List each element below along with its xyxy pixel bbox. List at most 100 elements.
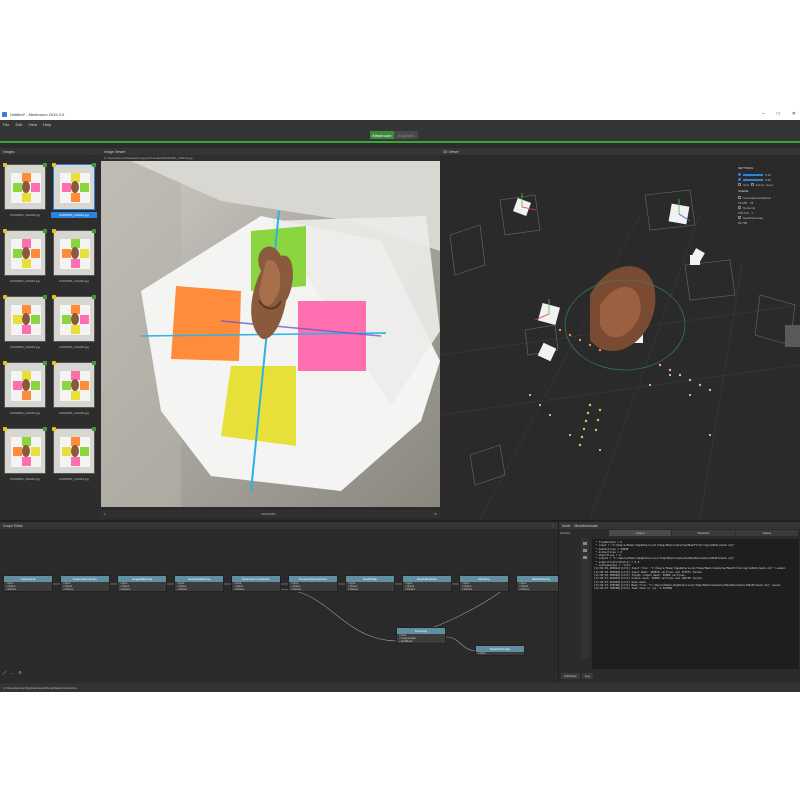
scene-item-count: 15,655 · 78 <box>738 200 754 205</box>
log-output[interactable]: * flipNormals = 0 * input = "C:/Users/Ho… <box>592 539 799 669</box>
camera-scale-slider[interactable] <box>743 178 763 181</box>
chunk-item[interactable] <box>583 556 587 559</box>
node-port[interactable]: ▪ Params <box>4 588 52 591</box>
tab-attributes[interactable]: Attributes <box>561 673 580 679</box>
node-port[interactable]: ▪ Input <box>476 652 524 655</box>
panel-menu-icon[interactable]: ⋮ <box>551 523 555 528</box>
zoom-icon[interactable]: — <box>10 670 14 675</box>
thumbnail-image <box>4 296 46 342</box>
graph-node[interactable]: PrepareDenseScene ▪ Input ▪ Output ▪ Params <box>288 575 338 592</box>
graph-node[interactable]: CameraInit ▪ Input ▪ Output ▪ Params <box>3 575 53 592</box>
node-meshdecimate[interactable]: MeshDecimate ▪ Input <box>475 645 525 656</box>
graph-node[interactable]: StructureFromMotion ▪ Input ▪ Output ▪ Para… <box>231 575 281 592</box>
scene-header: 3D Viewer <box>440 148 800 155</box>
graph-node[interactable]: FeatureMatching ▪ Input ▪ Output ▪ Params <box>174 575 224 592</box>
graph-node[interactable]: MeshFiltering ▪ Input ▪ Output ▪ Params <box>516 575 558 592</box>
panel-menu-icon[interactable]: ⋮ <box>94 149 98 154</box>
graph-node[interactable]: FeatureExtraction ▪ Input ▪ Output ▪ Params <box>60 575 110 592</box>
maximize-icon[interactable]: □ <box>777 111 780 117</box>
intrinsic-badge-icon <box>3 295 7 299</box>
node-port[interactable]: ▪ Params <box>118 588 166 591</box>
point-size-value: 0.10 <box>765 172 771 177</box>
mode-bar: Meshroom Augment <box>0 129 800 141</box>
node-port[interactable]: ▪ InputMesh <box>397 640 445 643</box>
thumbnail-item[interactable]: 20190305_144044.jpg <box>51 426 97 492</box>
graph-node[interactable]: DepthMap ▪ Input ▪ Output ▪ Params <box>345 575 395 592</box>
menu-edit[interactable]: Edit <box>15 122 22 127</box>
thumbnail-caption: 20190305_144009.jpg <box>10 213 40 217</box>
graph-editor-panel: Graph Editor ⋮ CameraInit ▪ Input ▪ Outp… <box>0 522 558 682</box>
thumbnail-caption: 20190305_144016.jpg <box>10 279 40 283</box>
thumbnail-image <box>53 164 95 210</box>
app-icon <box>2 111 7 117</box>
images-panel: Images ⋮ 20190305_144009.jpg 20190305_144… <box>0 148 101 550</box>
viewer-settings-icon[interactable]: ⚙ <box>434 512 437 516</box>
viewer-image[interactable] <box>101 161 440 507</box>
visibility-toggle[interactable] <box>738 216 741 219</box>
graph-toolbar: ⤢ — ⚙ <box>3 670 22 675</box>
menu-file[interactable]: File <box>3 122 9 127</box>
thumbnail-item[interactable]: 20190305_144009.jpg <box>2 162 48 228</box>
node-port[interactable]: ▪ Params <box>289 588 337 591</box>
thumbnail-image <box>4 428 46 474</box>
thumbnail-item[interactable]: 20190305_144040.jpg <box>2 426 48 492</box>
thumbnail-item[interactable]: 20190305_144020.jpg <box>51 228 97 294</box>
mode-meshroom-button[interactable]: Meshroom <box>370 131 394 139</box>
thumbnail-caption: 20190305_144036.jpg <box>59 411 89 415</box>
viewer-zoom[interactable]: 1 <box>104 512 106 516</box>
close-icon[interactable]: ✕ <box>792 111 796 117</box>
chunk-item[interactable] <box>583 542 587 545</box>
node-texturing[interactable]: Texturing ▪ Input ▪ ImagesFolder ▪ Input… <box>396 627 446 644</box>
scene-item-count: 50,758 <box>738 220 748 225</box>
thumbnail-image <box>4 164 46 210</box>
visibility-toggle[interactable] <box>738 196 741 199</box>
window-title: Untitled* - Meshroom 2019.2.0 <box>10 111 65 117</box>
node-port[interactable]: ▪ Params <box>232 588 280 591</box>
grid-checkbox[interactable] <box>738 183 741 186</box>
point-size-slider[interactable] <box>743 173 763 176</box>
tab-status[interactable]: Status <box>735 530 799 536</box>
node-port[interactable]: ▪ Params <box>517 588 558 591</box>
node-port[interactable]: ▪ Params <box>403 588 451 591</box>
reconstructed-check-icon <box>43 229 47 233</box>
tab-statistics[interactable]: Statistics <box>672 530 736 536</box>
graph-node[interactable]: Meshing ▪ Input ▪ Output ▪ Params <box>459 575 509 592</box>
thumbnail-grid: 20190305_144009.jpg 20190305_144012.jpg 20… <box>2 162 99 492</box>
images-panel-header: Images ⋮ <box>0 148 101 155</box>
settings-icon[interactable]: ⚙ <box>18 670 22 675</box>
graph-node[interactable]: ImageMatching ▪ Input ▪ Output ▪ Params <box>117 575 167 592</box>
thumbnail-item[interactable]: 20190305_144036.jpg <box>51 360 97 426</box>
node-port[interactable]: ▪ Params <box>175 588 223 591</box>
thumbnail-image <box>4 362 46 408</box>
fit-view-icon[interactable]: ⤢ <box>3 670 6 675</box>
thumbnail-item[interactable]: 20190305_144032.jpg <box>2 360 48 426</box>
node-port[interactable]: ▪ Params <box>460 588 508 591</box>
image-resolution: 4000x3000 <box>261 512 276 516</box>
node-port[interactable]: ▪ Params <box>346 588 394 591</box>
menu-help[interactable]: Help <box>43 122 51 127</box>
chunk-item[interactable] <box>583 549 587 552</box>
node-port[interactable]: ▪ Params <box>61 588 109 591</box>
thumbnail-image <box>4 230 46 276</box>
keys-label[interactable]: Keys <box>766 183 773 187</box>
toggles-row: Grid Gizmo Keys <box>738 182 798 187</box>
minimize-icon[interactable]: – <box>762 111 765 117</box>
visibility-toggle[interactable] <box>738 206 741 209</box>
graph-node[interactable]: DepthMapFilter ▪ Input ▪ Output ▪ Params <box>402 575 452 592</box>
reconstructed-check-icon <box>43 163 47 167</box>
graph-canvas[interactable]: CameraInit ▪ Input ▪ Output ▪ Params Feature… <box>0 529 558 674</box>
mode-augment-button[interactable]: Augment <box>394 131 418 139</box>
thumbnail-item[interactable]: 20190305_144024.jpg <box>2 294 48 360</box>
tab-output[interactable]: Output <box>609 530 673 536</box>
gizmo-checkbox[interactable] <box>750 183 754 186</box>
chunk-list[interactable] <box>581 538 589 658</box>
thumbnail-item[interactable]: 20190305_144016.jpg <box>2 228 48 294</box>
tab-log[interactable]: Log <box>581 673 593 679</box>
thumbnail-item[interactable]: 20190305_144012.jpg <box>51 162 97 228</box>
scene-item-name: MeshDecimate <box>743 215 764 220</box>
reconstructed-check-icon <box>92 427 96 431</box>
menu-view[interactable]: View <box>28 122 37 127</box>
node-panel-title: Node <box>562 523 571 528</box>
thumbnail-image <box>53 362 95 408</box>
thumbnail-item[interactable]: 20190305_144028.jpg <box>51 294 97 360</box>
